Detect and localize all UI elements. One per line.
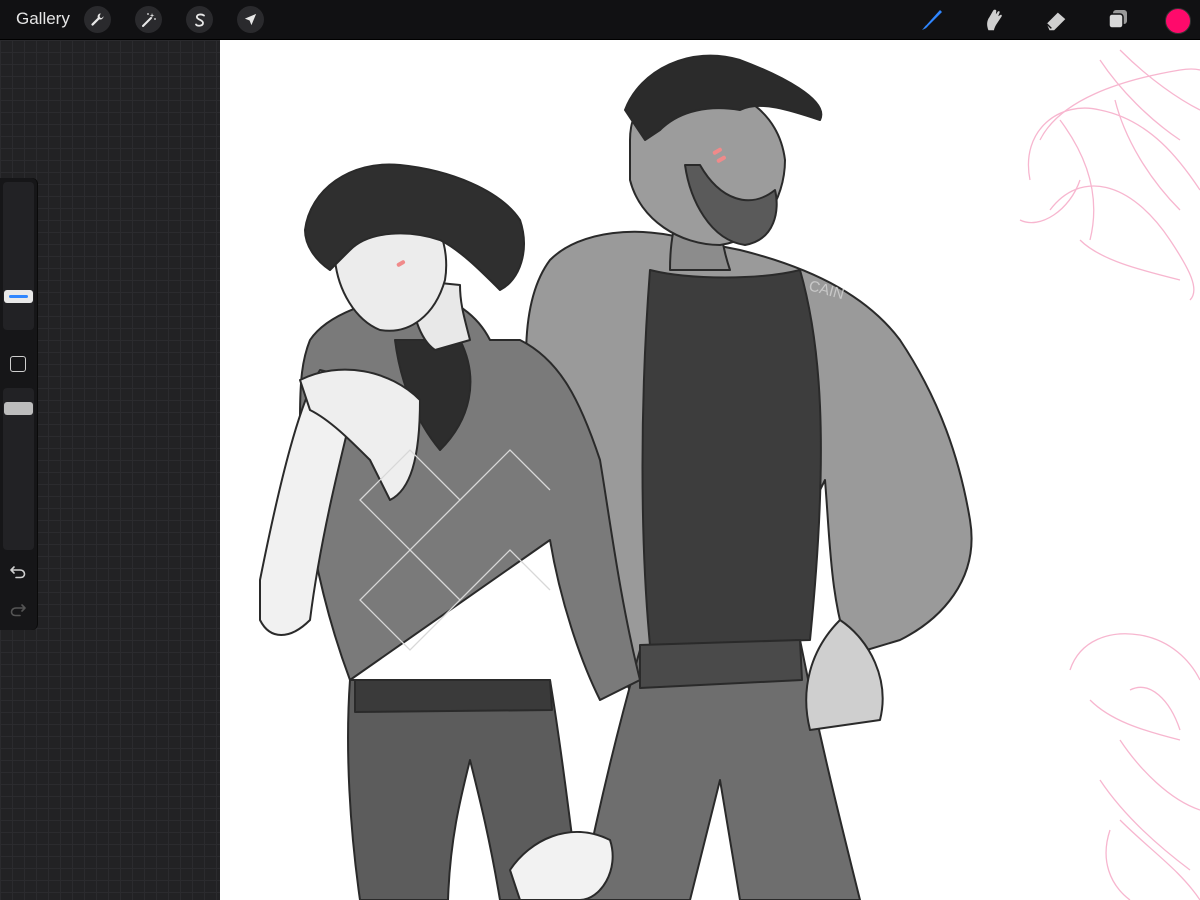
arrow-cursor-icon <box>244 13 257 26</box>
layers-button[interactable] <box>1103 5 1133 35</box>
selection-s-icon <box>194 13 205 27</box>
pink-sketch-bottom <box>1069 633 1200 900</box>
redo-button[interactable] <box>9 600 27 623</box>
brush-size-slider[interactable] <box>3 182 34 330</box>
square-modify-icon[interactable] <box>10 356 26 372</box>
brush-icon <box>922 10 942 30</box>
opacity-slider[interactable] <box>3 388 34 550</box>
eraser-tool-button[interactable] <box>1041 5 1071 35</box>
undo-icon <box>10 566 26 579</box>
artwork: CAIN <box>259 49 1200 900</box>
top-toolbar: Gallery <box>0 0 1200 40</box>
eraser-icon <box>1046 12 1066 31</box>
adjustments-button[interactable] <box>135 6 162 33</box>
undo-button[interactable] <box>9 562 27 585</box>
wrench-icon <box>91 13 104 26</box>
pink-sketch-top <box>1019 49 1200 301</box>
magic-wand-icon <box>141 12 156 27</box>
opacity-thumb[interactable] <box>4 402 33 415</box>
gallery-button[interactable]: Gallery <box>16 9 70 29</box>
color-picker-button[interactable] <box>1165 8 1191 34</box>
transform-button[interactable] <box>237 6 264 33</box>
drawing-canvas[interactable]: CAIN <box>220 40 1200 900</box>
smudge-icon <box>987 9 1002 31</box>
layers-icon <box>1108 10 1127 29</box>
selection-button[interactable] <box>186 6 213 33</box>
tool-sidebar <box>0 178 37 630</box>
actions-button[interactable] <box>84 6 111 33</box>
redo-icon <box>10 604 26 617</box>
brush-size-thumb[interactable] <box>4 290 33 303</box>
procreate-app: Gallery CAIN <box>0 0 1200 900</box>
smudge-tool-button[interactable] <box>979 5 1009 35</box>
brush-tool-button[interactable] <box>917 5 947 35</box>
